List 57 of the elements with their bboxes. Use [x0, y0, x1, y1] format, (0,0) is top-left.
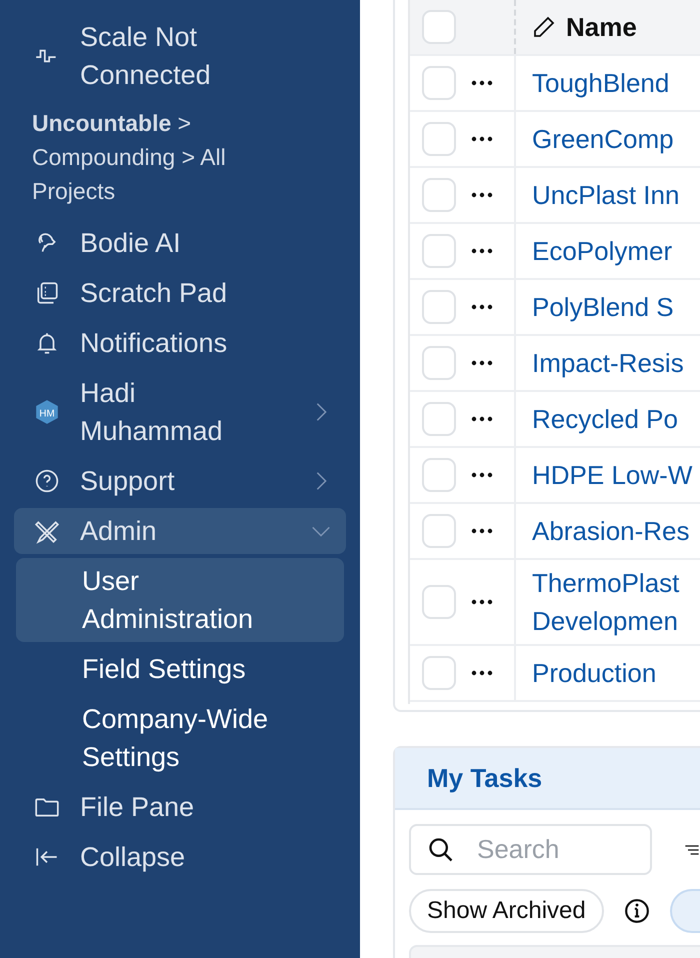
- project-link[interactable]: Recycled Po: [532, 400, 678, 438]
- project-link[interactable]: PolyBlend S: [532, 288, 674, 326]
- row-checkbox[interactable]: [422, 346, 456, 380]
- row-checkbox[interactable]: [422, 290, 456, 324]
- row-checkbox[interactable]: [422, 178, 456, 212]
- sidebar-item[interactable]: Bodie AI: [14, 220, 346, 266]
- sidebar-subitem[interactable]: Company-Wide Settings: [16, 696, 344, 780]
- sidebar-item[interactable]: Scratch Pad: [14, 270, 346, 316]
- tools-icon: [34, 518, 60, 544]
- more-icon[interactable]: [470, 135, 494, 143]
- select-all-checkbox[interactable]: [422, 10, 456, 44]
- pencil-icon: [532, 15, 556, 39]
- more-icon[interactable]: [470, 79, 494, 87]
- tasks-title: My Tasks: [427, 763, 542, 793]
- row-checkbox[interactable]: [422, 234, 456, 268]
- project-link[interactable]: HDPE Low-W: [532, 456, 692, 494]
- scale-status: Scale Not Connected: [80, 21, 212, 92]
- more-icon[interactable]: [470, 359, 494, 367]
- project-link[interactable]: UncPlast Inn: [532, 176, 680, 214]
- sidebar-item[interactable]: Admin: [14, 508, 346, 554]
- project-link[interactable]: Impact-Resis: [532, 344, 684, 382]
- project-link[interactable]: Abrasion-Res: [532, 512, 690, 550]
- row-checkbox[interactable]: [422, 656, 456, 690]
- sidebar-item[interactable]: File Pane: [14, 784, 346, 830]
- project-link[interactable]: GreenComp: [532, 120, 674, 158]
- more-icon[interactable]: [470, 598, 494, 606]
- avatar-icon: HM: [34, 399, 60, 425]
- sidebar-item[interactable]: Collapse: [14, 834, 346, 880]
- sidebar-item[interactable]: Notifications: [14, 320, 346, 366]
- search-field[interactable]: Search: [409, 824, 652, 875]
- column-header: Name: [566, 11, 637, 44]
- more-icon[interactable]: [470, 247, 494, 255]
- project-link[interactable]: Production: [532, 654, 656, 692]
- help-icon: [34, 468, 60, 494]
- show-archived-toggle[interactable]: Show Archived: [409, 889, 604, 933]
- more-icon[interactable]: [470, 191, 494, 199]
- project-link[interactable]: ToughBlend: [532, 64, 670, 102]
- row-checkbox[interactable]: [422, 66, 456, 100]
- sidebar-item[interactable]: HM Hadi Muhammad: [14, 370, 346, 454]
- project-link[interactable]: EcoPolymer: [532, 232, 672, 270]
- more-icon[interactable]: [470, 471, 494, 479]
- row-checkbox[interactable]: [422, 122, 456, 156]
- search-icon: [427, 836, 455, 864]
- info-icon[interactable]: [624, 898, 650, 924]
- sidebar-item[interactable]: Support: [14, 458, 346, 504]
- row-checkbox[interactable]: [422, 458, 456, 492]
- more-icon[interactable]: [470, 415, 494, 423]
- breadcrumb: Uncountable > Compounding > All Projects: [31, 109, 227, 206]
- row-checkbox[interactable]: [422, 585, 456, 619]
- row-checkbox[interactable]: [422, 514, 456, 548]
- more-icon[interactable]: [470, 303, 494, 311]
- row-checkbox[interactable]: [422, 402, 456, 436]
- more-icon[interactable]: [470, 669, 494, 677]
- project-link[interactable]: ThermoPlast Developmen: [532, 564, 700, 640]
- more-icon[interactable]: [470, 527, 494, 535]
- sidebar-subitem[interactable]: Field Settings: [16, 646, 344, 692]
- sidebar-subitem[interactable]: User Administration: [16, 558, 344, 642]
